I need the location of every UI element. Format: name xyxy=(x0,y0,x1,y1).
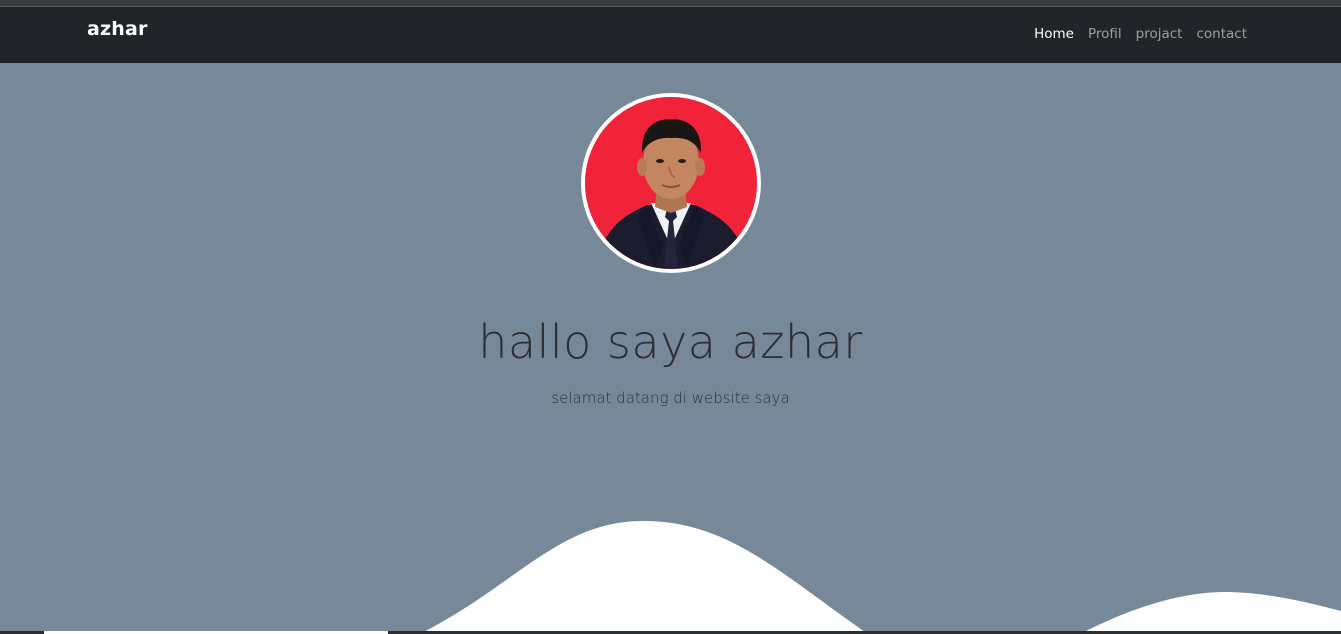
nav-link-contact[interactable]: contact xyxy=(1196,26,1247,42)
hero-wave-divider xyxy=(420,520,1341,634)
window-top-strip xyxy=(0,0,1341,7)
nav-link-projact[interactable]: projact xyxy=(1136,26,1183,42)
nav-link-home[interactable]: Home xyxy=(1034,26,1074,42)
nav-link-profil[interactable]: Profil xyxy=(1088,26,1122,42)
navbar: azhar Home Profil projact contact xyxy=(0,7,1341,63)
navbar-brand[interactable]: azhar xyxy=(87,18,148,40)
nav-links: Home Profil projact contact xyxy=(1034,26,1247,42)
